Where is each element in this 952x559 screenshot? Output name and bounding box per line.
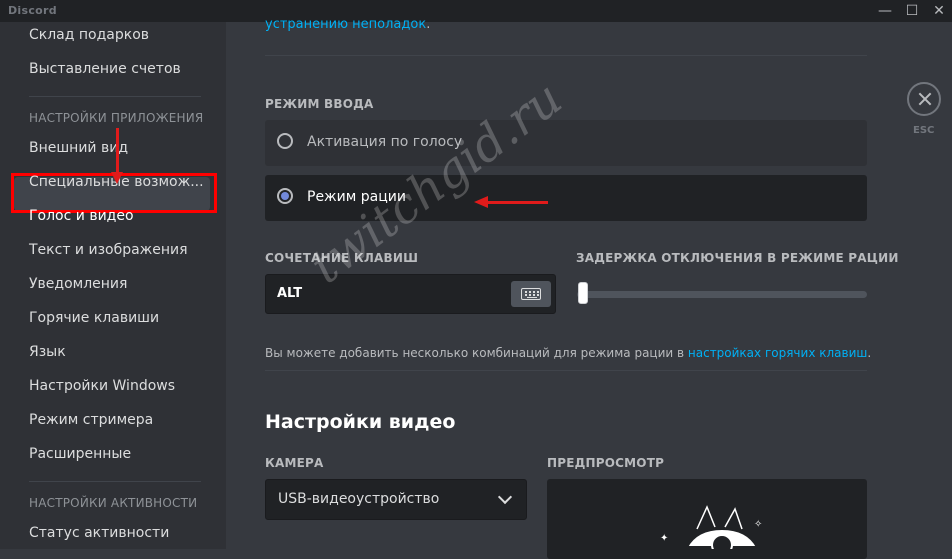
troubleshoot-suffix: . — [426, 17, 431, 32]
camera-select[interactable]: USB-видеоустройство — [265, 479, 527, 520]
svg-text:✦: ✦ — [660, 533, 668, 544]
chevron-down-icon — [497, 489, 513, 505]
video-preview: ✦ ✧ — [547, 479, 867, 559]
title-bar: Discord — ☐ ✕ — [0, 0, 952, 22]
sidebar-item-advanced[interactable]: Расширенные — [29, 446, 131, 462]
maximize-button[interactable]: ☐ — [899, 0, 925, 22]
help-text-suffix: . — [867, 346, 872, 360]
radio-voice-activity-label: Активация по голосу — [307, 134, 463, 150]
minimize-button[interactable]: — — [872, 0, 898, 22]
svg-text:✧: ✧ — [754, 519, 762, 530]
radio-push-to-talk[interactable]: Режим рации — [265, 175, 867, 221]
app-title: Discord — [8, 4, 57, 17]
sidebar-item-streamer-mode[interactable]: Режим стримера — [29, 412, 153, 428]
annotation-arrow-left — [488, 201, 548, 204]
sidebar-item-notifications[interactable]: Уведомления — [29, 276, 127, 292]
sidebar-header-app-settings: НАСТРОЙКИ ПРИЛОЖЕНИЯ — [29, 111, 204, 125]
slider-handle[interactable] — [578, 282, 588, 304]
keyboard-icon — [521, 288, 541, 300]
radio-push-to-talk-label: Режим рации — [307, 189, 406, 205]
radio-voice-activity[interactable]: Активация по голосу — [265, 120, 867, 166]
sidebar-item-appearance[interactable]: Внешний вид — [29, 140, 128, 156]
camera-select-value: USB-видеоустройство — [278, 491, 440, 507]
sidebar-item-activity-status[interactable]: Статус активности — [29, 525, 169, 541]
keybind-recorder[interactable]: ALT — [265, 274, 556, 314]
annotation-arrow-down — [116, 128, 119, 174]
keybind-value: ALT — [277, 286, 303, 301]
section-divider — [265, 55, 867, 56]
annotation-arrow-down-head — [111, 172, 123, 184]
video-settings-title: Настройки видео — [265, 411, 456, 433]
preview-label: ПРЕДПРОСМОТР — [547, 456, 665, 470]
sidebar-item-language[interactable]: Язык — [29, 344, 66, 360]
sidebar-divider — [29, 96, 201, 97]
sidebar-item-text-images[interactable]: Текст и изображения — [29, 242, 188, 258]
annotation-arrow-left-head — [474, 196, 488, 208]
close-window-button[interactable]: ✕ — [926, 0, 952, 22]
troubleshoot-link[interactable]: устранению неполадок — [265, 17, 426, 32]
close-icon[interactable] — [907, 82, 941, 116]
camera-label: КАМЕРА — [265, 456, 324, 470]
release-delay-label: ЗАДЕРЖКА ОТКЛЮЧЕНИЯ В РЕЖИМЕ РАЦИИ — [576, 251, 899, 265]
sidebar-item-windows-settings[interactable]: Настройки Windows — [29, 378, 175, 394]
sidebar-header-activity-settings: НАСТРОЙКИ АКТИВНОСТИ — [29, 496, 198, 510]
help-text: Вы можете добавить несколько комбинаций … — [265, 346, 871, 360]
sidebar-item-billing[interactable]: Выставление счетов — [29, 61, 181, 77]
sidebar-item-gift-inventory[interactable]: Склад подарков — [29, 27, 149, 43]
sidebar-item-keybinds[interactable]: Горячие клавиши — [29, 310, 159, 326]
sidebar-divider — [29, 481, 201, 482]
camera-illustration-icon: ✦ ✧ — [660, 505, 762, 549]
keybind-label: СОЧЕТАНИЕ КЛАВИШ — [265, 251, 419, 265]
sidebar-item-voice-video[interactable]: Голос и видео — [29, 208, 134, 224]
radio-on-icon[interactable] — [277, 188, 293, 204]
release-delay-slider[interactable] — [577, 291, 867, 298]
troubleshoot-text: устранению неполадок. — [265, 17, 430, 32]
input-mode-label: РЕЖИМ ВВОДА — [265, 97, 374, 111]
esc-label: ESC — [913, 125, 935, 136]
radio-off-icon[interactable] — [277, 133, 293, 149]
keybind-settings-link[interactable]: настройках горячих клавиш — [688, 346, 867, 360]
edit-keybind-button[interactable] — [511, 281, 551, 307]
section-divider — [265, 370, 867, 371]
help-text-body: Вы можете добавить несколько комбинаций … — [265, 346, 688, 360]
